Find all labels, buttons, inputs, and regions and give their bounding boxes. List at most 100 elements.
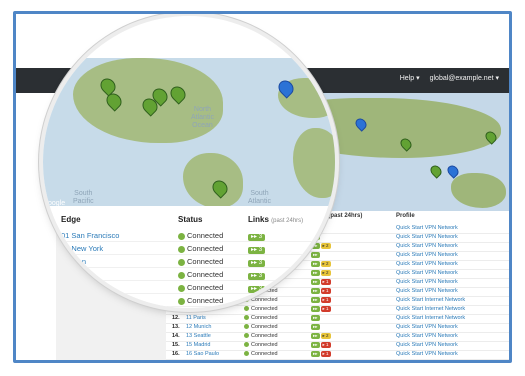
lens-table-row[interactable]: Connected ▸▸ — [43, 294, 335, 307]
status-text: Connected — [187, 231, 224, 240]
status-dot-icon — [244, 351, 249, 357]
status-text: Connected — [187, 296, 224, 305]
link-arrows-icon: ▸▸ — [251, 247, 259, 253]
status-text: Connected — [187, 270, 224, 279]
link-badge: ▸ 2 — [320, 333, 331, 339]
status-column-header: Status — [178, 215, 203, 224]
link-badge: ▸▸ — [248, 299, 261, 306]
lens-table-row[interactable]: 01 San Francisco Connected ▸▸ 3 — [43, 229, 335, 242]
edge-link[interactable]: London — [61, 257, 86, 266]
edge-link[interactable]: 16 Sao Paulo — [186, 351, 219, 357]
link-arrows-icon: ▸▸ — [251, 260, 259, 266]
map-pin-icon[interactable] — [428, 163, 444, 179]
row-number: 12. — [172, 315, 180, 321]
status-text: Connected — [187, 257, 224, 266]
status-cell: Connected — [178, 231, 223, 240]
account-menu[interactable]: global@example.net ▾ — [430, 74, 499, 82]
profile-link[interactable]: Quick Start VPN Network — [396, 243, 458, 249]
edge-column-header: Edge — [61, 215, 81, 224]
status-cell: Connected — [178, 283, 223, 292]
row-number: 14. — [172, 333, 180, 339]
link-badge: ▸▸ — [311, 324, 320, 330]
links-cell: ▸▸ 3 — [248, 231, 266, 241]
link-count: 3 — [258, 260, 263, 266]
help-menu[interactable]: Help ▾ — [400, 74, 420, 82]
lens-table-row[interactable]: Connected ▸▸ 3 — [43, 268, 335, 281]
profile-link[interactable]: Quick Start VPN Network — [396, 342, 458, 348]
links-cell: ▸▸ — [311, 360, 321, 363]
status-text: Connected — [251, 315, 278, 321]
link-badge: ▸▸ 3 — [248, 247, 266, 254]
profile-link[interactable]: Quick Start VPN Network — [396, 225, 458, 231]
status-text: Connected — [251, 351, 278, 357]
edge-link[interactable]: 13 Seattle — [186, 333, 211, 339]
profile-link[interactable]: Quick Start VPN Network — [396, 261, 458, 267]
profile-column-header: Profile — [396, 213, 415, 219]
lens-map[interactable]: 14 North Atlantic Ocean South Atlantic S… — [43, 58, 335, 208]
link-badge: ▸ 1 — [320, 342, 331, 348]
link-count: 3 — [258, 234, 263, 240]
magnifier-lens: 14 North Atlantic Ocean South Atlantic S… — [43, 16, 335, 308]
edge-link[interactable]: 12 Munich — [186, 324, 211, 330]
status-text: Connected — [251, 333, 278, 339]
status-cell: Connected — [244, 351, 278, 357]
links-cell: ▸▸▸ 1 — [311, 351, 332, 357]
status-text: Connected — [251, 360, 278, 363]
table-row[interactable]: 17. 17 Vietnam Connected ▸▸ Quick Start VPN … — [166, 359, 509, 363]
links-cell: ▸▸▸ 1 — [311, 342, 332, 348]
profile-link[interactable]: Quick Start Internet Network — [396, 306, 465, 312]
profile-link[interactable]: Quick Start VPN Network — [396, 279, 458, 285]
links-cell: ▸▸ 3 — [248, 244, 266, 254]
link-badge: ▸▸ 3 — [248, 273, 266, 280]
profile-link[interactable]: Quick Start VPN Network — [396, 288, 458, 294]
map-land-africa — [293, 128, 335, 198]
profile-link[interactable]: Quick Start VPN Network — [396, 360, 458, 363]
profile-link[interactable]: Quick Start Internet Network — [396, 315, 465, 321]
ocean-label: South Pacific — [73, 190, 94, 205]
status-cell: Connected — [244, 360, 278, 363]
link-badge: ▸▸ 3 — [248, 286, 266, 293]
links-cell: ▸▸ — [311, 324, 321, 330]
lens-table-row[interactable]: London Connected ▸▸ 3 — [43, 255, 335, 268]
edge-link[interactable]: 11 Paris — [186, 315, 206, 321]
status-cell: Connected — [244, 333, 278, 339]
links-header-label: Links — [248, 215, 269, 224]
status-cell: Connected — [244, 342, 278, 348]
link-badge: ▸▸ 3 — [248, 260, 266, 267]
edge-link[interactable]: 17 Vietnam — [186, 360, 214, 363]
link-arrows-icon: ▸▸ — [251, 273, 259, 279]
link-badge: ▸▸ — [311, 342, 320, 348]
status-cell: Connected — [178, 244, 223, 253]
status-cell: Connected — [178, 257, 223, 266]
link-badge: ▸▸ — [311, 360, 320, 363]
link-badge: ▸▸ — [311, 315, 320, 321]
profile-link[interactable]: Quick Start VPN Network — [396, 234, 458, 240]
links-header-sub: (past 24hrs) — [271, 218, 304, 224]
top-bar-links: Help ▾ global@example.net ▾ — [400, 74, 499, 82]
link-badge: ▸▸ — [311, 351, 320, 357]
links-column-header: Links (past 24hrs) — [248, 215, 303, 224]
links-cell: ▸▸▸ 2 — [311, 333, 332, 339]
link-arrows-icon: ▸▸ — [251, 299, 258, 305]
status-cell: Connected — [178, 296, 223, 305]
profile-link[interactable]: Quick Start VPN Network — [396, 270, 458, 276]
edge-link[interactable]: 01 San Francisco — [61, 231, 119, 240]
status-text: Connected — [251, 324, 278, 330]
link-count: 3 — [258, 247, 263, 253]
status-cell: Connected — [178, 270, 223, 279]
profile-link[interactable]: Quick Start VPN Network — [396, 252, 458, 258]
map-land-south-america — [183, 153, 243, 208]
edge-link[interactable]: 15 Madrid — [186, 342, 210, 348]
status-dot-icon — [178, 232, 185, 240]
profile-link[interactable]: Quick Start VPN Network — [396, 351, 458, 357]
lens-table-row[interactable]: Connected ▸▸ 3 — [43, 281, 335, 294]
status-dot-icon — [178, 271, 185, 279]
profile-link[interactable]: Quick Start Internet Network — [396, 297, 465, 303]
profile-link[interactable]: Quick Start VPN Network — [396, 324, 458, 330]
links-cell: ▸▸ — [248, 296, 261, 306]
status-text: Connected — [187, 244, 224, 253]
lens-table-row[interactable]: 02 New York Connected ▸▸ 3 — [43, 242, 335, 255]
edge-link[interactable]: 02 New York — [61, 244, 103, 253]
profile-link[interactable]: Quick Start VPN Network — [396, 333, 458, 339]
status-dot-icon — [244, 333, 249, 339]
